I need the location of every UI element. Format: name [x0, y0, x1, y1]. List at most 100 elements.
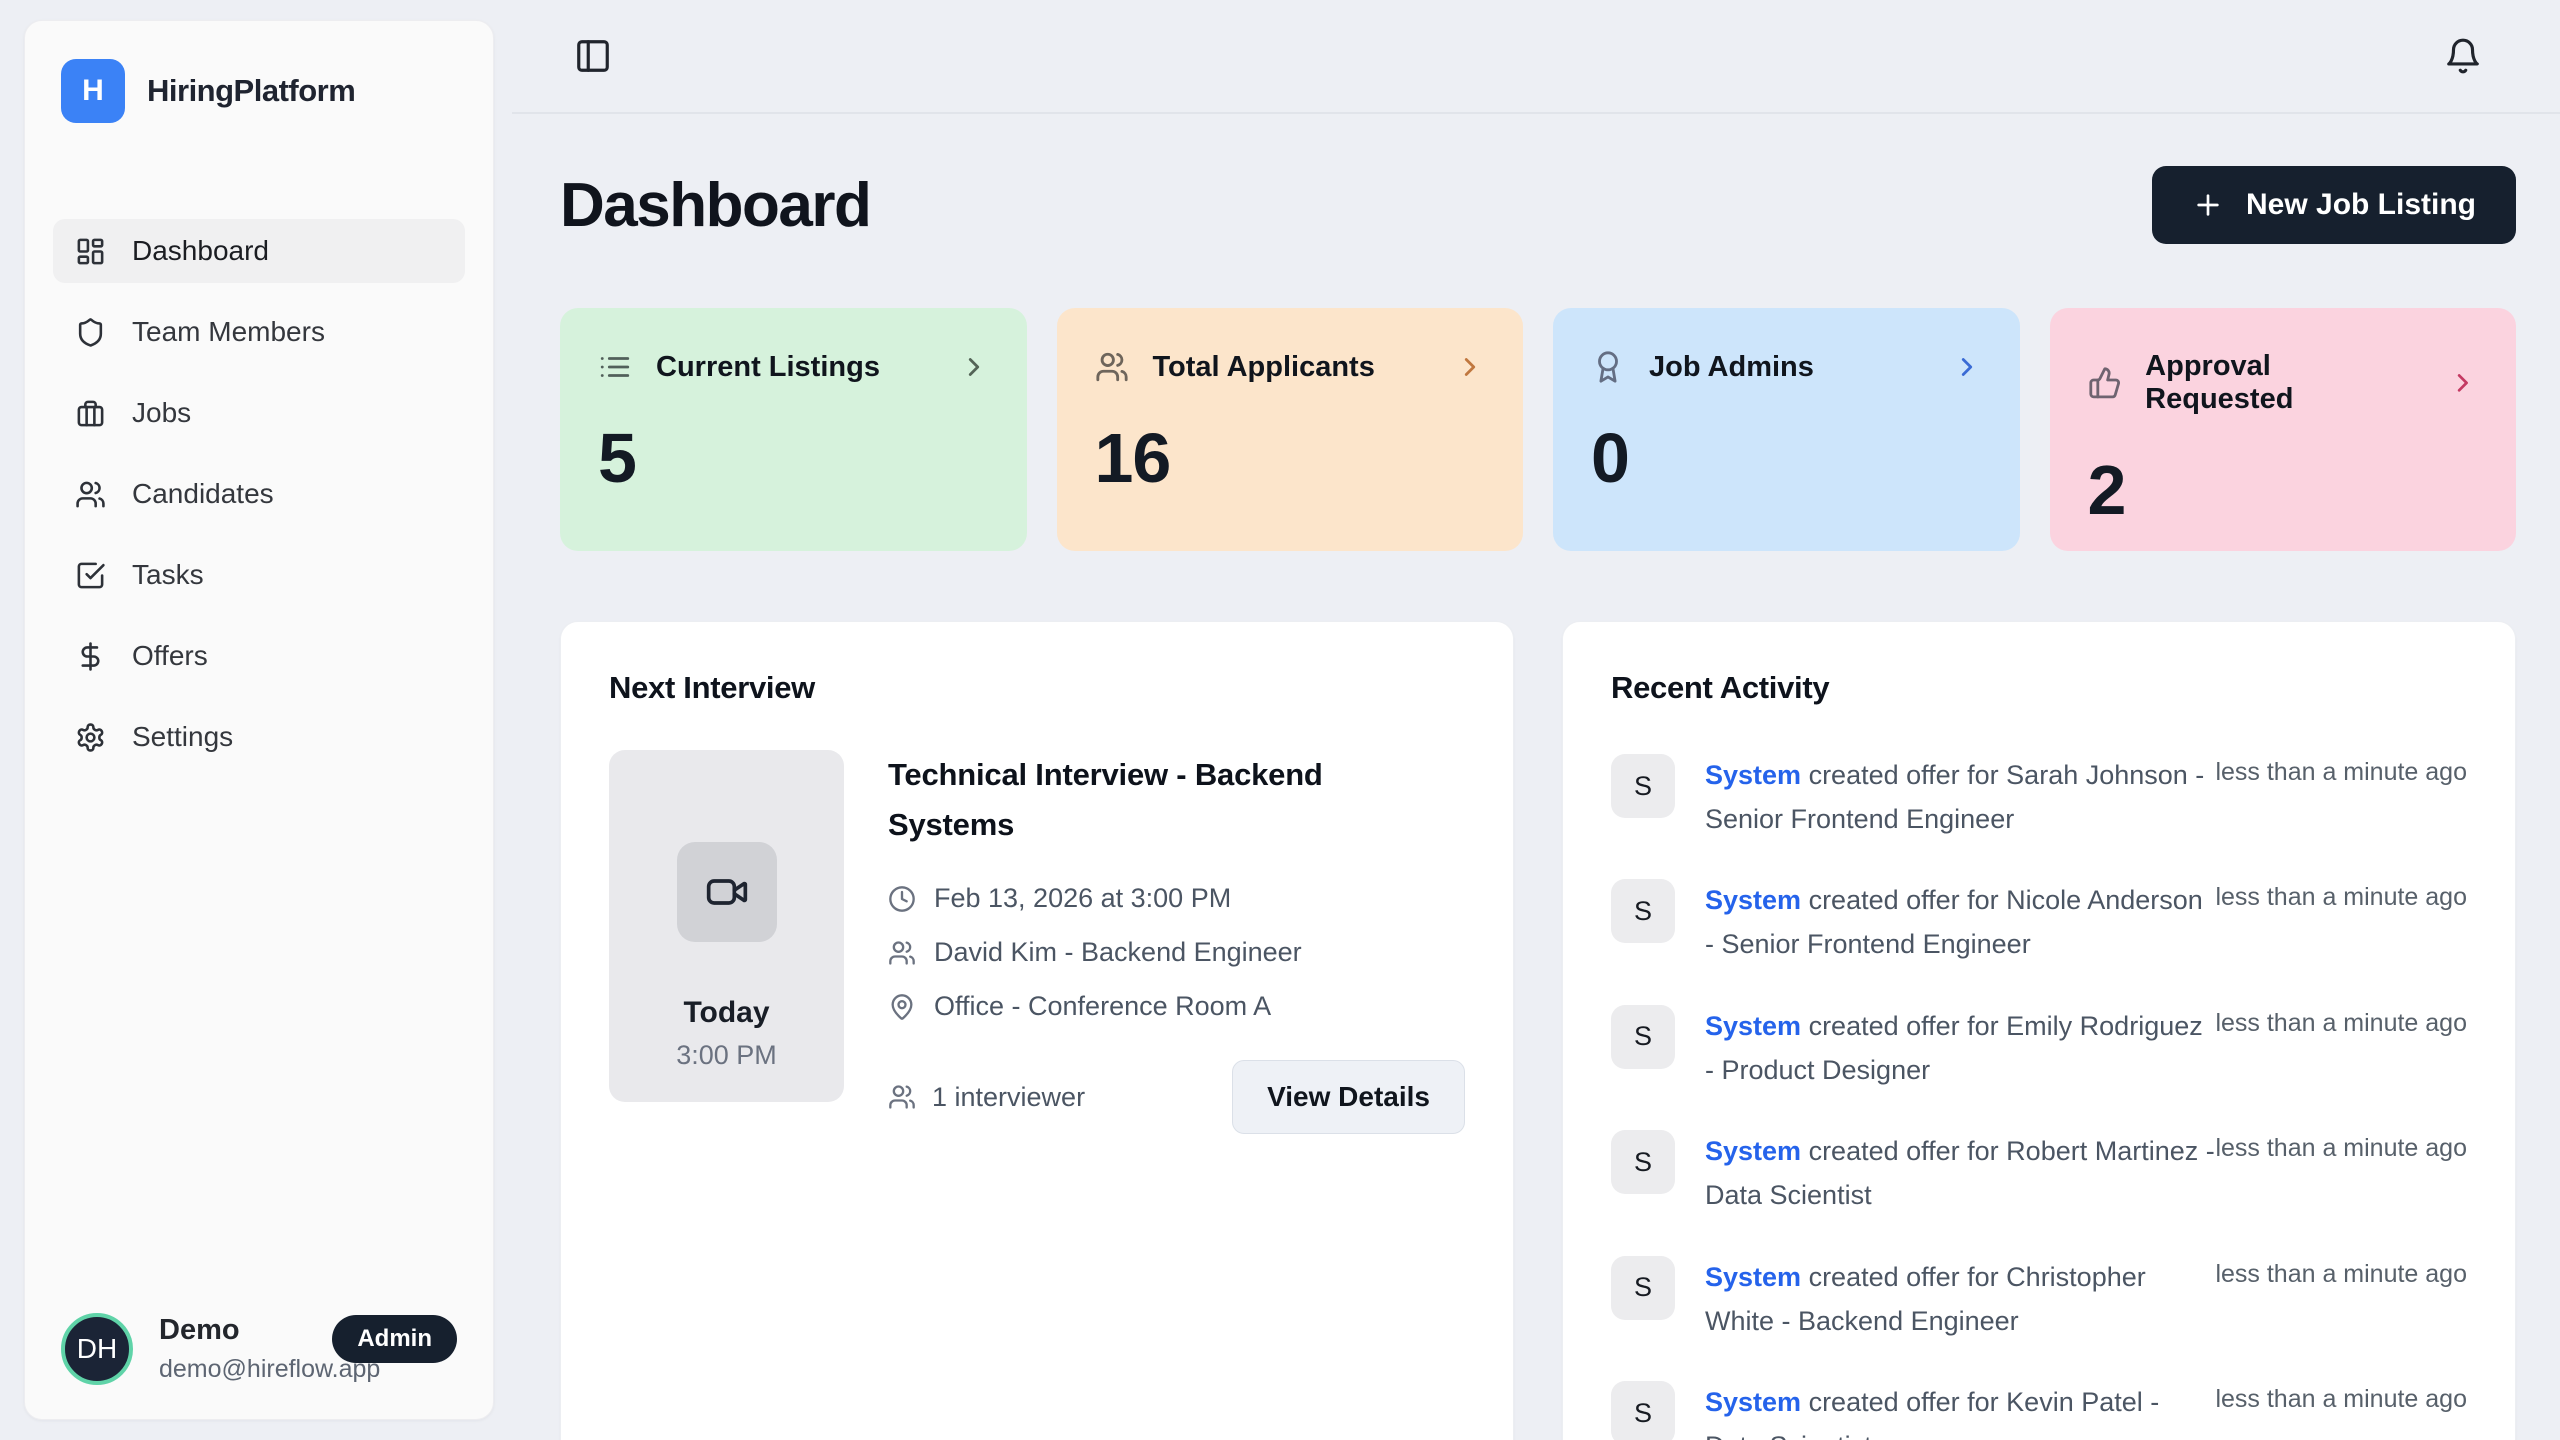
thumbs-up-icon [2088, 366, 2122, 400]
sidebar-nav: Dashboard Team Members Jobs Candidates T… [53, 219, 465, 769]
stat-card-current-listings[interactable]: Current Listings 5 [560, 308, 1027, 551]
activity-item[interactable]: S System created offer for Emily Rodrigu… [1611, 1005, 2467, 1092]
briefcase-icon [75, 398, 106, 429]
chevron-right-icon [959, 352, 989, 382]
stat-label: Job Admins [1649, 351, 1814, 384]
sidebar-item-label: Dashboard [132, 235, 269, 267]
interview-date-tile: Today 3:00 PM [609, 750, 844, 1102]
map-pin-icon [888, 993, 916, 1021]
main-area: Dashboard New Job Listing Current Listin… [512, 0, 2560, 1440]
sidebar-item-jobs[interactable]: Jobs [53, 381, 465, 445]
activity-timestamp: less than a minute ago [2215, 1256, 2467, 1289]
users-icon [75, 479, 106, 510]
sidebar-item-label: Jobs [132, 397, 191, 429]
video-icon [677, 842, 777, 942]
interview-candidate: David Kim - Backend Engineer [934, 937, 1302, 968]
activity-timestamp: less than a minute ago [2215, 1381, 2467, 1414]
interview-location: Office - Conference Room A [934, 991, 1271, 1022]
stat-label: Total Applicants [1153, 351, 1375, 384]
sidebar-item-team-members[interactable]: Team Members [53, 300, 465, 364]
activity-avatar: S [1611, 1256, 1675, 1320]
user-avatar: DH [61, 1313, 133, 1385]
sidebar-item-label: Settings [132, 721, 233, 753]
next-interview-panel: Next Interview Today 3:00 PM Technical I… [560, 621, 1514, 1440]
activity-actor: System [1705, 1136, 1801, 1166]
new-job-listing-button[interactable]: New Job Listing [2152, 166, 2516, 244]
sidebar-item-candidates[interactable]: Candidates [53, 462, 465, 526]
chevron-right-icon [1455, 352, 1485, 382]
page-title: Dashboard [560, 170, 870, 241]
view-details-button[interactable]: View Details [1232, 1060, 1465, 1134]
dollar-icon [75, 641, 106, 672]
sidebar-item-offers[interactable]: Offers [53, 624, 465, 688]
stat-value: 2 [2088, 450, 2479, 530]
award-icon [1591, 350, 1625, 384]
recent-activity-panel: Recent Activity S System created offer f… [1562, 621, 2516, 1440]
activity-timestamp: less than a minute ago [2215, 1130, 2467, 1163]
gear-icon [75, 722, 106, 753]
panel-left-icon [574, 37, 612, 75]
sidebar-toggle-button[interactable] [568, 31, 618, 81]
recent-activity-title: Recent Activity [1611, 670, 2467, 706]
sidebar: H HiringPlatform Dashboard Team Members … [24, 20, 494, 1420]
user-name: Demo [159, 1314, 306, 1347]
users-icon [888, 939, 916, 967]
notifications-button[interactable] [2438, 31, 2488, 81]
new-job-listing-label: New Job Listing [2246, 188, 2476, 222]
chevron-right-icon [1952, 352, 1982, 382]
sidebar-user[interactable]: DH Demo demo@hireflow.app Admin [53, 1313, 465, 1385]
topbar [512, 0, 2560, 114]
dashboard-grid-icon [75, 236, 106, 267]
activity-timestamp: less than a minute ago [2215, 1005, 2467, 1038]
sidebar-item-tasks[interactable]: Tasks [53, 543, 465, 607]
bell-icon [2444, 37, 2482, 75]
activity-item[interactable]: S System created offer for Robert Martin… [1611, 1130, 2467, 1217]
stat-cards: Current Listings 5 Total Applicants [560, 308, 2516, 551]
sidebar-item-settings[interactable]: Settings [53, 705, 465, 769]
activity-actor: System [1705, 885, 1801, 915]
interview-datetime: Feb 13, 2026 at 3:00 PM [934, 883, 1231, 914]
app-brand: H HiringPlatform [53, 59, 465, 123]
users-icon [1095, 350, 1129, 384]
activity-avatar: S [1611, 754, 1675, 818]
activity-avatar: S [1611, 1130, 1675, 1194]
activity-avatar: S [1611, 879, 1675, 943]
sidebar-item-dashboard[interactable]: Dashboard [53, 219, 465, 283]
activity-avatar: S [1611, 1381, 1675, 1440]
chevron-right-icon [2448, 368, 2478, 398]
app-name: HiringPlatform [147, 73, 355, 109]
activity-actor: System [1705, 1262, 1801, 1292]
stat-label: Approval Requested [2145, 350, 2424, 416]
activity-avatar: S [1611, 1005, 1675, 1069]
plus-icon [2192, 189, 2224, 221]
clock-icon [888, 885, 916, 913]
list-icon [598, 350, 632, 384]
sidebar-item-label: Tasks [132, 559, 204, 591]
stat-label: Current Listings [656, 351, 880, 384]
app-logo: H [61, 59, 125, 123]
users-icon [888, 1083, 916, 1111]
activity-list: S System created offer for Sarah Johnson… [1611, 754, 2467, 1440]
stat-value: 5 [598, 418, 989, 498]
shield-icon [75, 317, 106, 348]
role-badge: Admin [332, 1315, 457, 1363]
stat-card-job-admins[interactable]: Job Admins 0 [1553, 308, 2020, 551]
stat-value: 16 [1095, 418, 1486, 498]
activity-item[interactable]: S System created offer for Kevin Patel -… [1611, 1381, 2467, 1440]
activity-item[interactable]: S System created offer for Christopher W… [1611, 1256, 2467, 1343]
activity-item[interactable]: S System created offer for Sarah Johnson… [1611, 754, 2467, 841]
interview-time-label: 3:00 PM [676, 1040, 777, 1071]
sidebar-item-label: Candidates [132, 478, 274, 510]
stat-card-total-applicants[interactable]: Total Applicants 16 [1057, 308, 1524, 551]
dashboard-content: Dashboard New Job Listing Current Listin… [512, 114, 2560, 1440]
user-email: demo@hireflow.app [159, 1355, 306, 1384]
interviewer-count: 1 interviewer [932, 1082, 1085, 1113]
activity-actor: System [1705, 1387, 1801, 1417]
activity-item[interactable]: S System created offer for Nicole Anders… [1611, 879, 2467, 966]
task-check-icon [75, 560, 106, 591]
sidebar-item-label: Offers [132, 640, 208, 672]
activity-timestamp: less than a minute ago [2215, 879, 2467, 912]
interview-day-label: Today [683, 996, 769, 1030]
stat-card-approval-requested[interactable]: Approval Requested 2 [2050, 308, 2517, 551]
stat-value: 0 [1591, 418, 1982, 498]
